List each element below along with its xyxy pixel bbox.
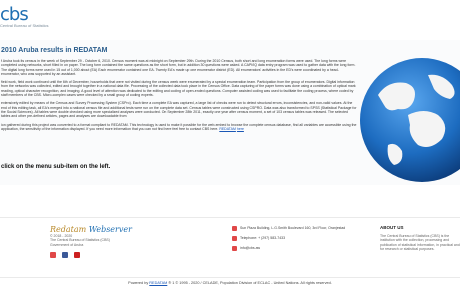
social-links bbox=[50, 252, 80, 258]
globe-icon bbox=[360, 58, 460, 182]
brand-subtitle: Webserver bbox=[88, 225, 132, 234]
email-row: info@cbs.aw bbox=[232, 246, 352, 251]
email-icon bbox=[232, 246, 237, 251]
redatam-link[interactable]: REDATAM bbox=[219, 127, 236, 131]
header: cbs Central Bureau of Statistics bbox=[0, 0, 460, 41]
redatam-footer-link[interactable]: REDATAM bbox=[149, 281, 167, 285]
location-icon bbox=[232, 226, 237, 231]
facebook-icon[interactable] bbox=[62, 252, 68, 258]
footer-about: ABOUT US The Central Bureau of Statistic… bbox=[380, 225, 460, 252]
copyright: Powered by REDATAM ® 1 © 1995 - 2020 / C… bbox=[0, 281, 460, 285]
phone-text: Telephone: + (297) 583-7433 bbox=[240, 236, 286, 241]
bottom-bar: Powered by REDATAM ® 1 © 1995 - 2020 / C… bbox=[0, 277, 460, 301]
paragraph-text: ion gathered during this project was con… bbox=[1, 122, 357, 131]
paragraph: ion gathered during this project was con… bbox=[1, 123, 357, 132]
footer-contact: Sun Plaza Building, L.G.Smith Boulevard … bbox=[232, 226, 352, 256]
about-text: The Central Bureau of Statistics (CBS) i… bbox=[380, 234, 460, 252]
copyright-prefix: Powered by bbox=[128, 281, 149, 285]
phone-icon bbox=[232, 236, 237, 241]
globe-image bbox=[358, 55, 460, 185]
brand-org2: Government of Aruba bbox=[50, 242, 84, 247]
page-title: 2010 Aruba results in REDATAM bbox=[1, 47, 108, 54]
phone-row: Telephone: + (297) 583-7433 bbox=[232, 236, 352, 241]
address-row: Sun Plaza Building, L.G.Smith Boulevard … bbox=[232, 226, 352, 231]
email-link[interactable]: info@cbs.aw bbox=[240, 246, 260, 250]
brand-title: Redatam bbox=[50, 225, 87, 234]
paragraph: field work, field work continued until t… bbox=[1, 80, 356, 98]
footer: Redatam Webserver © 2018 - 2020 The Cent… bbox=[0, 217, 460, 278]
address-text: Sun Plaza Building, L.G.Smith Boulevard … bbox=[240, 226, 346, 231]
paragraph: f Aruba took its census in the week of S… bbox=[1, 59, 356, 76]
footer-brand: Redatam Webserver © 2018 - 2020 The Cent… bbox=[50, 225, 180, 247]
redatam-brand: Redatam Webserver bbox=[50, 225, 180, 234]
instruction-text: click on the menu sub-item on the left. bbox=[1, 164, 111, 170]
paragraph: extensively edited by means of the Censu… bbox=[1, 101, 357, 119]
copyright-suffix: ® 1 © 1995 - 2020 / CELADE, Population D… bbox=[168, 281, 332, 285]
contact-here-link[interactable]: here bbox=[237, 127, 244, 131]
description-text: f Aruba took its census in the week of S… bbox=[1, 59, 357, 135]
youtube-icon[interactable] bbox=[74, 252, 80, 258]
logo-subtitle: Central Bureau of Statistics bbox=[0, 23, 49, 28]
twitter-icon[interactable] bbox=[50, 252, 56, 258]
about-title: ABOUT US bbox=[380, 225, 404, 230]
